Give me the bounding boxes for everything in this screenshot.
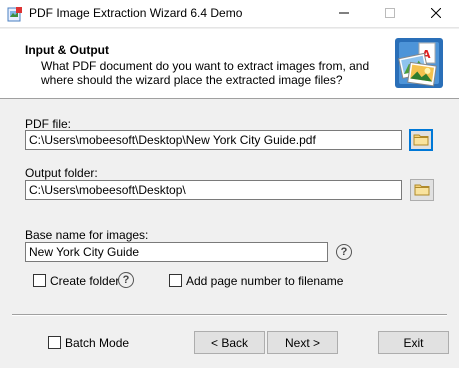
base-name-field[interactable]: New York City Guide	[25, 242, 328, 262]
footer-divider-highlight	[12, 315, 447, 316]
page-title: Input & Output	[25, 43, 109, 57]
minimize-icon	[339, 7, 349, 21]
next-button[interactable]: Next >	[267, 331, 338, 354]
close-button[interactable]	[413, 0, 459, 28]
output-folder-field[interactable]: C:\Users\mobeesoft\Desktop\	[25, 180, 402, 200]
maximize-icon	[385, 7, 395, 21]
batch-mode-label: Batch Mode	[65, 336, 130, 350]
back-button[interactable]: < Back	[194, 331, 265, 354]
close-icon	[430, 7, 442, 21]
folder-icon	[413, 132, 429, 149]
base-name-label: Base name for images:	[25, 228, 149, 242]
minimize-button[interactable]	[321, 0, 367, 28]
page-description: What PDF document do you want to extract…	[41, 59, 370, 87]
window-title: PDF Image Extraction Wizard 6.4 Demo	[29, 6, 243, 20]
output-folder-label: Output folder:	[25, 166, 98, 180]
pdf-file-label: PDF file:	[25, 117, 72, 131]
wizard-header: Input & Output What PDF document do you …	[0, 29, 459, 99]
create-folder-checkbox[interactable]	[33, 274, 46, 287]
create-folder-help-icon[interactable]: ?	[118, 272, 134, 288]
add-page-number-checkbox[interactable]	[169, 274, 182, 287]
pdf-browse-button[interactable]	[409, 129, 433, 151]
pdf-images-icon: A	[393, 36, 445, 90]
exit-button[interactable]: Exit	[378, 331, 449, 354]
pdf-file-field[interactable]: C:\Users\mobeesoft\Desktop\New York City…	[25, 130, 402, 150]
title-bar: PDF Image Extraction Wizard 6.4 Demo	[0, 0, 459, 28]
create-folder-label: Create folder	[50, 274, 120, 288]
folder-icon	[414, 182, 430, 199]
maximize-button[interactable]	[367, 0, 413, 28]
add-page-number-label: Add page number to filename	[186, 274, 344, 288]
output-browse-button[interactable]	[410, 179, 434, 201]
base-name-help-icon[interactable]: ?	[336, 244, 352, 260]
app-icon	[7, 6, 23, 22]
batch-mode-checkbox[interactable]	[48, 336, 61, 349]
